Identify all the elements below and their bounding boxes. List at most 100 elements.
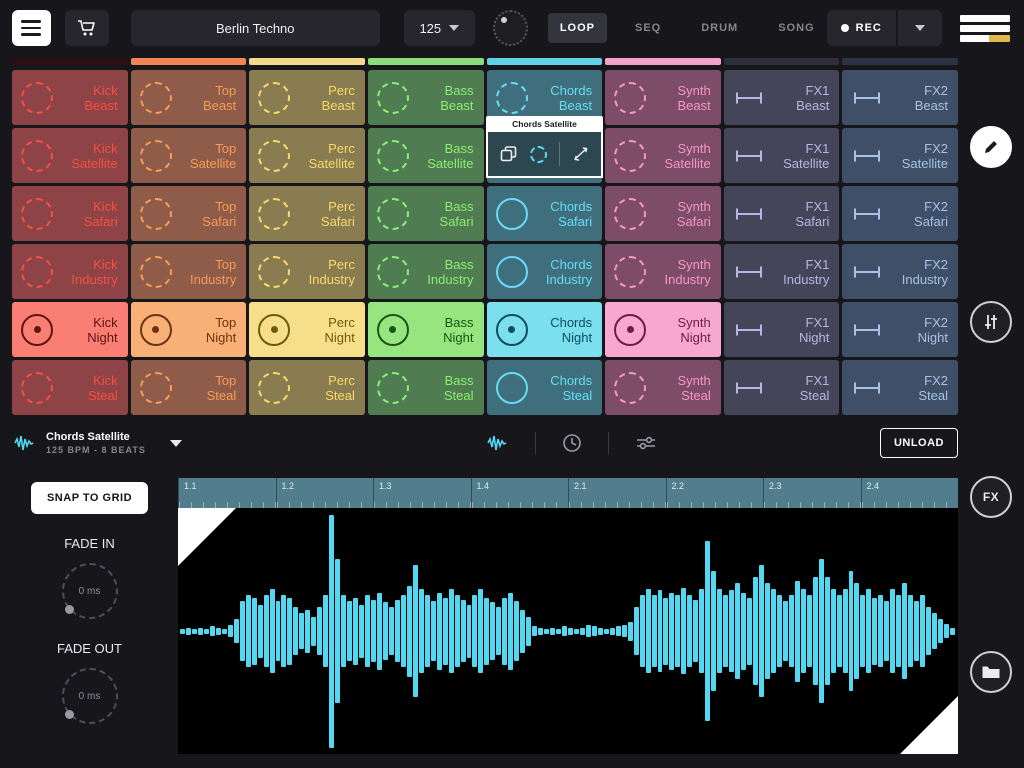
copy-icon[interactable] [500,146,517,163]
pad-label: SynthSatellite [646,141,711,171]
pad-bass-industry[interactable]: BassIndustry [368,244,484,299]
pad-synth-industry[interactable]: SynthIndustry [605,244,721,299]
pad-bass-safari[interactable]: BassSafari [368,186,484,241]
pad-label: TopSatellite [172,141,237,171]
fade-in-handle[interactable] [178,508,236,566]
pad-top-steal[interactable]: TopSteal [131,360,247,415]
pad-perc-satellite[interactable]: PercSatellite [249,128,365,183]
fade-out-handle[interactable] [900,696,958,754]
pad-label: SynthIndustry [646,257,711,287]
pad-bass-night[interactable]: BassNight [368,302,484,357]
fade-in-knob[interactable]: 0 ms [62,563,118,619]
pad-top-beast[interactable]: TopBeast [131,70,247,125]
tab-drum[interactable]: DRUM [689,13,750,43]
snap-to-grid-button[interactable]: SNAP TO GRID [31,482,148,514]
pad-fx2-night[interactable]: FX2Night [842,302,958,357]
tab-song[interactable]: SONG [766,13,826,43]
pad-kick-night[interactable]: KickNight [12,302,128,357]
pad-fx1-night[interactable]: FX1Night [724,302,840,357]
settings-tab[interactable] [635,434,657,452]
pad-fx2-satellite[interactable]: FX2Satellite [842,128,958,183]
pad-label: SynthSafari [646,199,711,229]
sample-playing-icon [496,314,528,346]
column-strip-synth [605,58,721,65]
edit-button[interactable] [970,126,1012,168]
pad-synth-safari[interactable]: SynthSafari [605,186,721,241]
unload-button[interactable]: UNLOAD [880,428,958,458]
loop-mode-icon[interactable] [530,146,547,163]
popup-divider [559,142,560,166]
empty-loop-icon [21,140,53,172]
pad-fx1-industry[interactable]: FX1Industry [724,244,840,299]
ruler-label-2.1: 2.1 [568,478,666,508]
pad-top-night[interactable]: TopNight [131,302,247,357]
pad-synth-steal[interactable]: SynthSteal [605,360,721,415]
app-window: Berlin Techno 125 LOOP SEQ DRUM SONG REC Ki… [0,0,1024,768]
pad-bass-beast[interactable]: BassBeast [368,70,484,125]
pad-synth-night[interactable]: SynthNight [605,302,721,357]
pad-perc-steal[interactable]: PercSteal [249,360,365,415]
sample-selector[interactable]: Chords Satellite 125 BPM - 8 BEATS [12,431,262,455]
pad-chords-industry[interactable]: ChordsIndustry [487,244,603,299]
pad-kick-beast[interactable]: KickBeast [12,70,128,125]
pad-fx1-safari[interactable]: FX1Safari [724,186,840,241]
pad-synth-satellite[interactable]: SynthSatellite [605,128,721,183]
rec-button[interactable]: REC [827,10,896,46]
pad-fx1-satellite[interactable]: FX1Satellite [724,128,840,183]
ruler-label-1.3: 1.3 [373,478,471,508]
bpm-control[interactable]: 125 [404,10,475,46]
pad-fx2-safari[interactable]: FX2Safari [842,186,958,241]
mixer-sliders-icon [981,312,1001,332]
pad-kick-industry[interactable]: KickIndustry [12,244,128,299]
rec-options-button[interactable] [898,10,942,46]
pad-fx1-beast[interactable]: FX1Beast [724,70,840,125]
pad-bass-steal[interactable]: BassSteal [368,360,484,415]
pad-top-industry[interactable]: TopIndustry [131,244,247,299]
store-button[interactable] [65,10,109,46]
pad-chords-night[interactable]: ChordsNight [487,302,603,357]
pad-kick-satellite[interactable]: KickSatellite [12,128,128,183]
column-strip-bass [368,58,484,65]
pad-synth-beast[interactable]: SynthBeast [605,70,721,125]
tab-loop[interactable]: LOOP [548,13,607,43]
pad-perc-night[interactable]: PercNight [249,302,365,357]
fx-button[interactable]: FX [970,476,1012,518]
pad-fx2-industry[interactable]: FX2Industry [842,244,958,299]
pad-label: BassIndustry [409,257,474,287]
fx-fader-icon [733,256,765,288]
pad-label: ChordsSteal [528,373,593,403]
waveform-panel: 1.11.21.31.42.12.22.32.4 [178,478,958,754]
fade-out-knob[interactable]: 0 ms [62,668,118,724]
pad-label: TopBeast [172,83,237,113]
pad-chords-steal[interactable]: ChordsSteal [487,360,603,415]
project-title[interactable]: Berlin Techno [131,10,380,46]
mode-tabs: LOOP SEQ DRUM SONG [548,13,827,43]
waveform-display[interactable] [178,508,958,754]
pad-chords-safari[interactable]: ChordsSafari [487,186,603,241]
pad-fx2-steal[interactable]: FX2Steal [842,360,958,415]
column-color-strips [12,58,958,65]
sample-loaded-icon [496,198,528,230]
metronome-knob[interactable] [493,10,528,46]
library-button[interactable] [970,651,1012,693]
sample-name: Chords Satellite [46,431,146,443]
tab-seq[interactable]: SEQ [623,13,673,43]
pad-bass-satellite[interactable]: BassSatellite [368,128,484,183]
pad-kick-safari[interactable]: KickSafari [12,186,128,241]
edit-wave-tab[interactable] [485,434,509,452]
timeline-ruler[interactable]: 1.11.21.31.42.12.22.32.4 [178,478,958,508]
pad-perc-safari[interactable]: PercSafari [249,186,365,241]
menu-button[interactable] [12,10,51,46]
pad-top-satellite[interactable]: TopSatellite [131,128,247,183]
pad-perc-beast[interactable]: PercBeast [249,70,365,125]
mixer-button[interactable] [970,301,1012,343]
pad-fx2-beast[interactable]: FX2Beast [842,70,958,125]
timing-tab[interactable] [562,433,582,453]
pad-perc-industry[interactable]: PercIndustry [249,244,365,299]
pad-kick-steal[interactable]: KickSteal [12,360,128,415]
pad-fx1-steal[interactable]: FX1Steal [724,360,840,415]
pad-label: FX2Satellite [883,141,948,171]
unlink-icon[interactable] [573,146,589,162]
pad-top-safari[interactable]: TopSafari [131,186,247,241]
pad-label: ChordsBeast [528,83,593,113]
